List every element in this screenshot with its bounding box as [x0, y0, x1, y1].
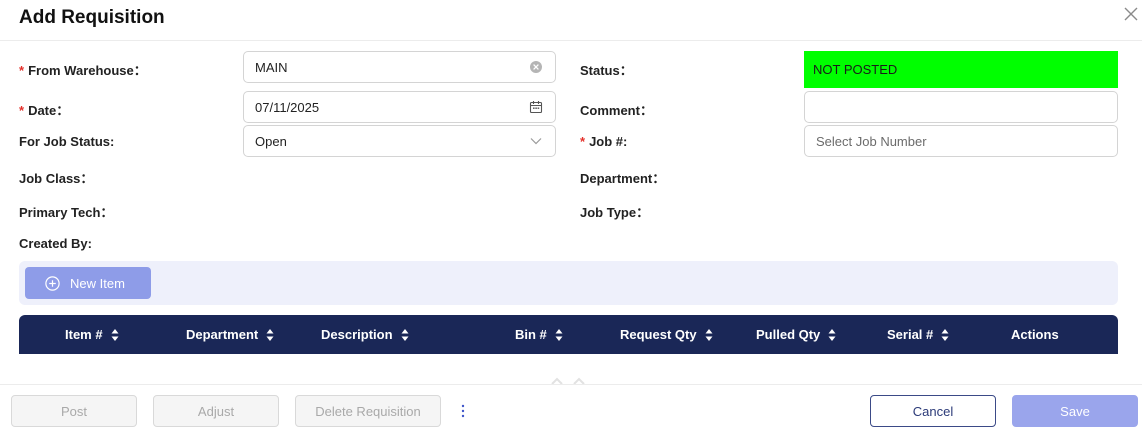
items-toolbar: New Item	[19, 261, 1118, 305]
adjust-button[interactable]: Adjust	[153, 395, 279, 427]
comment-label: Comment：	[580, 103, 653, 118]
department-label: Department：	[580, 171, 666, 186]
job-number-label: * Job #:	[580, 134, 628, 149]
date-value: 07/11/2025	[255, 99, 320, 115]
primary-tech-label: Primary Tech：	[19, 205, 114, 220]
sort-icon[interactable]	[266, 328, 274, 342]
job-class-label: Job Class：	[19, 171, 94, 186]
sort-icon[interactable]	[941, 328, 949, 342]
created-by-label: Created By:	[19, 236, 92, 251]
column-request-qty[interactable]: Request Qty	[620, 315, 713, 354]
status-badge: NOT POSTED	[804, 51, 1118, 88]
job-number-select[interactable]: Select Job Number	[804, 125, 1118, 157]
column-serial-number[interactable]: Serial #	[887, 315, 949, 354]
for-job-status-label: For Job Status:	[19, 134, 115, 149]
from-warehouse-label: * From Warehouse：	[19, 63, 147, 78]
sort-icon[interactable]	[705, 328, 713, 342]
dialog-title: Add Requisition	[19, 7, 165, 28]
column-bin-number[interactable]: Bin #	[515, 315, 563, 354]
required-marker: *	[19, 63, 25, 78]
date-picker[interactable]: 07/11/2025	[243, 91, 556, 123]
sort-icon[interactable]	[828, 328, 836, 342]
calendar-icon[interactable]	[528, 99, 544, 115]
dialog-footer: Post Adjust Delete Requisition Cancel Sa…	[0, 384, 1142, 439]
job-type-label: Job Type：	[580, 205, 650, 220]
job-number-placeholder: Select Job Number	[816, 133, 927, 149]
from-warehouse-value: MAIN	[255, 59, 288, 75]
post-button[interactable]: Post	[11, 395, 137, 427]
required-marker: *	[19, 103, 25, 118]
delete-requisition-button[interactable]: Delete Requisition	[295, 395, 441, 427]
column-pulled-qty[interactable]: Pulled Qty	[756, 315, 836, 354]
new-item-button[interactable]: New Item	[25, 267, 151, 299]
sort-icon[interactable]	[401, 328, 409, 342]
job-status-value: Open	[255, 133, 287, 149]
date-label: * Date：	[19, 103, 70, 118]
status-label: Status：	[580, 63, 633, 78]
from-warehouse-select[interactable]: MAIN	[243, 51, 556, 83]
column-item-number[interactable]: Item #	[65, 315, 119, 354]
close-icon[interactable]	[1124, 7, 1138, 21]
items-table-header: Item # Department Description Bin # Requ…	[19, 315, 1118, 354]
clear-icon[interactable]	[528, 59, 544, 75]
chevron-down-icon	[528, 133, 544, 149]
column-description[interactable]: Description	[321, 315, 409, 354]
plus-circle-icon	[45, 275, 60, 291]
more-vertical-icon[interactable]	[459, 403, 467, 419]
required-marker: *	[580, 134, 586, 149]
column-department[interactable]: Department	[186, 315, 274, 354]
cancel-button[interactable]: Cancel	[870, 395, 996, 427]
comment-input[interactable]	[804, 91, 1118, 123]
sort-icon[interactable]	[111, 328, 119, 342]
save-button[interactable]: Save	[1012, 395, 1138, 427]
job-status-select[interactable]: Open	[243, 125, 556, 157]
sort-icon[interactable]	[555, 328, 563, 342]
new-item-label: New Item	[70, 275, 125, 291]
column-actions: Actions	[1011, 327, 1059, 342]
dialog-header: Add Requisition	[0, 0, 1142, 41]
